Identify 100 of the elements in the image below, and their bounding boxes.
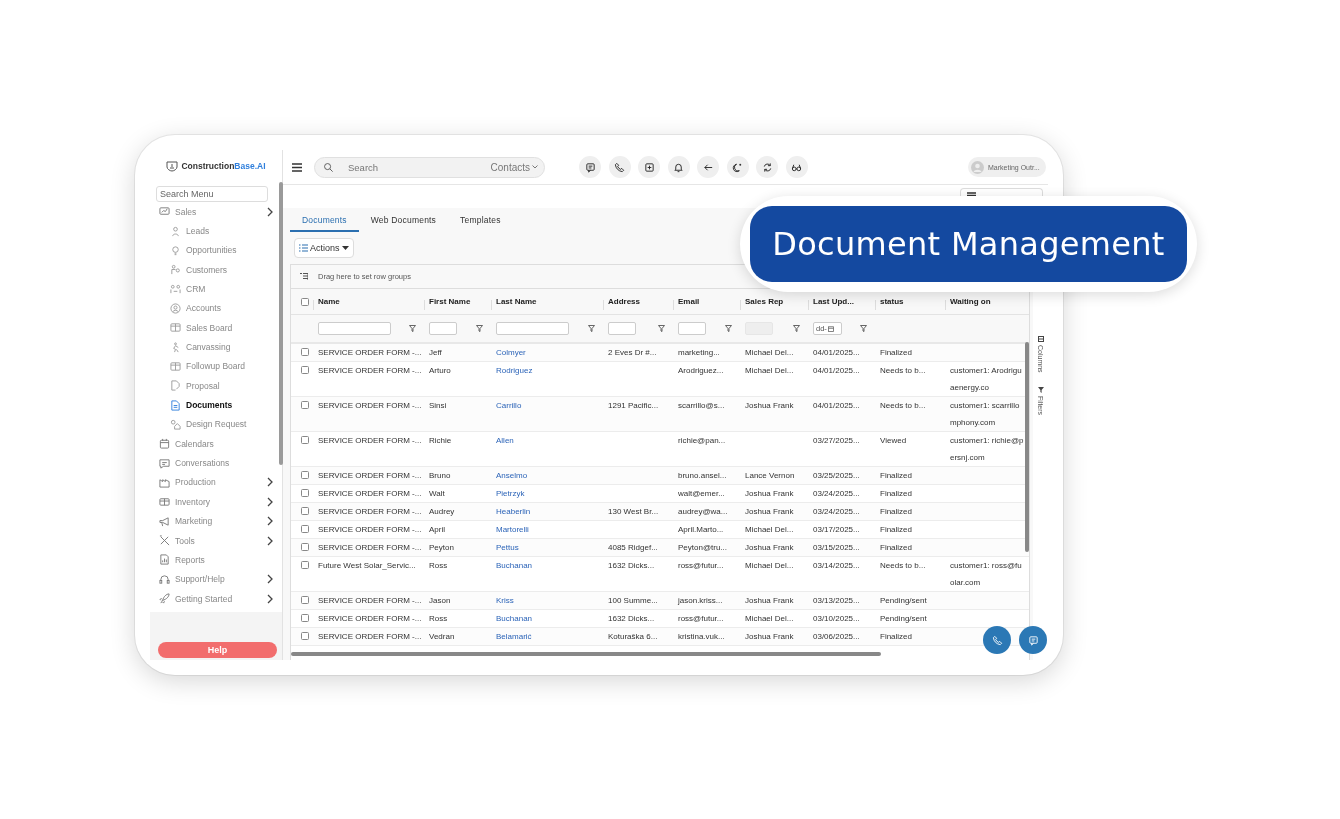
sidebar-item[interactable]: Followup Board bbox=[150, 356, 282, 377]
sidebar-item[interactable]: Inventory bbox=[150, 492, 282, 512]
row-checkbox[interactable] bbox=[301, 561, 309, 569]
scope-dropdown[interactable]: Contacts bbox=[490, 161, 538, 173]
filter-icon[interactable] bbox=[476, 325, 483, 332]
column-header[interactable]: Address bbox=[608, 297, 640, 306]
glasses-button[interactable] bbox=[785, 156, 808, 178]
sidebar-item[interactable]: Sales bbox=[150, 202, 282, 222]
scrollbar-thumb[interactable] bbox=[291, 652, 881, 656]
name-link[interactable]: Anselmo bbox=[496, 471, 528, 480]
table-cell: Finalized bbox=[880, 507, 912, 516]
filter-icon[interactable] bbox=[793, 325, 800, 332]
sidebar-item[interactable]: Accounts bbox=[150, 298, 282, 319]
sidebar-item[interactable]: Proposal bbox=[150, 376, 282, 396]
name-link[interactable]: Buchanan bbox=[496, 561, 533, 570]
filter-icon[interactable] bbox=[409, 325, 416, 332]
row-checkbox[interactable] bbox=[301, 614, 309, 622]
tab[interactable]: Templates bbox=[448, 210, 513, 232]
filter-icon[interactable] bbox=[658, 325, 665, 332]
sidebar-item[interactable]: Marketing bbox=[150, 511, 282, 531]
filter-icon[interactable] bbox=[588, 325, 595, 332]
column-header[interactable]: Last Upd... bbox=[813, 297, 854, 306]
actions-button[interactable]: Actions bbox=[294, 238, 354, 258]
name-link[interactable]: Martorelli bbox=[496, 525, 529, 534]
phone-button[interactable] bbox=[608, 156, 631, 178]
name-link[interactable]: Belamarić bbox=[496, 632, 532, 641]
filter-field[interactable] bbox=[608, 322, 636, 335]
name-link[interactable]: Heaberlin bbox=[496, 507, 531, 516]
row-checkbox[interactable] bbox=[301, 471, 309, 479]
name-link[interactable]: Allen bbox=[496, 436, 514, 445]
name-link[interactable]: Kriss bbox=[496, 596, 514, 605]
column-header[interactable]: Sales Rep bbox=[745, 297, 784, 306]
row-checkbox[interactable] bbox=[301, 366, 309, 374]
sidebar-item[interactable]: Tools bbox=[150, 530, 282, 551]
table-cell: 03/17/2025... bbox=[813, 525, 860, 534]
scrollbar-thumb[interactable] bbox=[279, 182, 283, 465]
sidebar-item[interactable]: Design Request bbox=[150, 414, 282, 435]
filter-field[interactable] bbox=[429, 322, 457, 335]
tab[interactable]: Documents bbox=[290, 210, 359, 232]
sidebar-item[interactable]: Opportunities bbox=[150, 240, 282, 261]
row-checkbox[interactable] bbox=[301, 525, 309, 533]
table-cell: Bruno bbox=[429, 471, 451, 480]
name-link[interactable]: Pettus bbox=[496, 543, 519, 552]
bell-button[interactable] bbox=[667, 156, 690, 178]
filter-field[interactable] bbox=[496, 322, 569, 335]
sidebar-item[interactable]: Customers bbox=[150, 260, 282, 280]
name-link[interactable]: Colmyer bbox=[496, 348, 526, 357]
refresh-button[interactable] bbox=[756, 156, 778, 178]
moon-button[interactable] bbox=[726, 156, 749, 178]
chat-button[interactable] bbox=[579, 156, 601, 178]
plus-square-icon bbox=[643, 161, 655, 173]
sidebar-item[interactable]: CRM bbox=[150, 279, 282, 299]
menu-icon[interactable] bbox=[292, 162, 302, 172]
table-cell: 130 West Br... bbox=[608, 507, 659, 516]
sidebar-item[interactable]: Documents bbox=[150, 395, 282, 415]
name-link[interactable]: Buchanan bbox=[496, 614, 533, 623]
name-link[interactable]: Rodriguez bbox=[496, 366, 533, 375]
sidebar-item[interactable]: Reports bbox=[150, 550, 282, 570]
sidebar-item[interactable]: Leads bbox=[150, 221, 282, 241]
row-checkbox[interactable] bbox=[301, 401, 309, 409]
table-cell: scarrillo@s... bbox=[678, 401, 725, 410]
arrow-left-button[interactable] bbox=[697, 156, 719, 178]
filter-icon[interactable] bbox=[860, 325, 867, 332]
row-checkbox[interactable] bbox=[301, 596, 309, 604]
filter-icon[interactable] bbox=[725, 325, 732, 332]
column-header[interactable]: status bbox=[880, 297, 904, 306]
search-field[interactable]: Search Contacts bbox=[314, 156, 545, 178]
status-dropdown[interactable] bbox=[960, 188, 1043, 196]
column-header[interactable]: Email bbox=[678, 297, 700, 306]
sidebar-item[interactable]: Getting Started bbox=[150, 588, 282, 609]
name-link[interactable]: Carrillo bbox=[496, 401, 522, 410]
column-header[interactable]: Last Name bbox=[496, 297, 537, 306]
filter-field[interactable] bbox=[678, 322, 706, 335]
plus-square-button[interactable] bbox=[638, 156, 660, 178]
table-cell: Pending/sent bbox=[880, 614, 927, 623]
row-checkbox[interactable] bbox=[301, 543, 309, 551]
sidebar-item[interactable]: Conversations bbox=[150, 453, 282, 473]
row-checkbox[interactable] bbox=[301, 489, 309, 497]
board-icon bbox=[170, 360, 181, 372]
sidebar-item[interactable]: Calendars bbox=[150, 434, 282, 454]
row-checkbox[interactable] bbox=[301, 348, 309, 356]
column-header[interactable]: First Name bbox=[429, 297, 471, 306]
name-link[interactable]: Pietrzyk bbox=[496, 489, 525, 498]
column-header[interactable]: Name bbox=[318, 297, 340, 306]
table-cell: Michael Del... bbox=[745, 614, 794, 623]
row-checkbox[interactable] bbox=[301, 436, 309, 444]
scrollbar-thumb[interactable] bbox=[1025, 342, 1029, 552]
filter-field[interactable] bbox=[318, 322, 391, 335]
sidebar-item[interactable]: Canvassing bbox=[150, 337, 282, 357]
sidebar-item[interactable]: Support/Help bbox=[150, 569, 282, 589]
sidebar-item[interactable]: Production bbox=[150, 472, 282, 493]
select-all-checkbox[interactable] bbox=[301, 297, 309, 306]
sidebar-item[interactable]: Sales Board bbox=[150, 318, 282, 338]
megaphone-icon bbox=[159, 515, 170, 527]
row-checkbox[interactable] bbox=[301, 632, 309, 640]
search-menu-field[interactable]: Search Menu bbox=[156, 186, 268, 202]
table-cell: Joshua Frank bbox=[745, 596, 794, 605]
row-checkbox[interactable] bbox=[301, 507, 309, 515]
column-header[interactable]: Waiting on bbox=[950, 297, 991, 306]
tab[interactable]: Web Documents bbox=[358, 210, 449, 232]
